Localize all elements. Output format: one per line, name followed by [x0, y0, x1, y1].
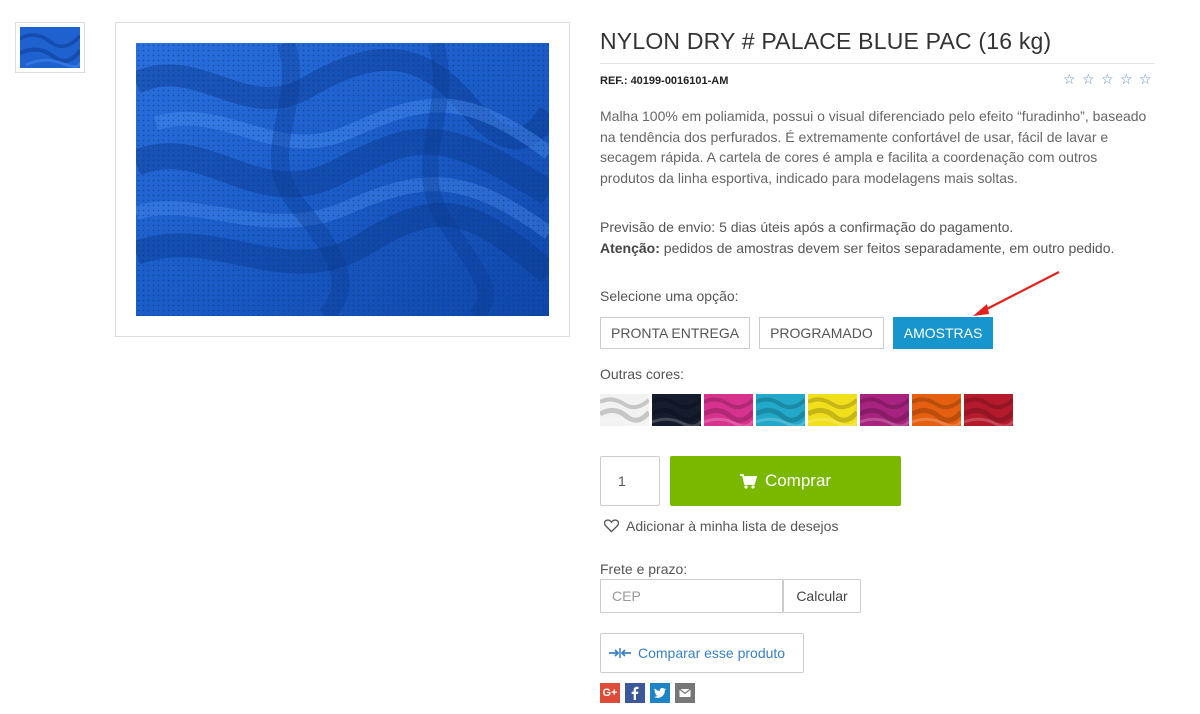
twitter-icon[interactable] — [650, 683, 670, 703]
freight-label: Frete e prazo: — [600, 561, 688, 577]
color-swatches — [600, 394, 1013, 426]
annotation-arrow-icon — [973, 271, 1060, 316]
ref-label: REF.: — [600, 75, 628, 87]
calculate-button[interactable]: Calcular — [783, 579, 861, 613]
cep-input[interactable]: CEP — [600, 579, 783, 613]
attention-text: pedidos de amostras devem ser feitos sep… — [659, 239, 1115, 256]
product-thumbnail[interactable] — [15, 22, 85, 73]
share-buttons: G+ — [600, 683, 695, 703]
email-icon[interactable] — [675, 683, 695, 703]
color-swatch-navy[interactable] — [652, 394, 701, 426]
cart-icon — [739, 473, 757, 489]
option-pronta-entrega-button[interactable]: PRONTA ENTREGA — [600, 317, 751, 349]
buy-label: Comprar — [764, 471, 832, 490]
color-swatch-orange[interactable] — [912, 394, 961, 426]
facebook-icon[interactable] — [625, 683, 645, 703]
compare-button[interactable]: Comparar esse produto — [600, 633, 804, 673]
color-swatch-red[interactable] — [964, 394, 1013, 426]
color-swatch-magenta[interactable] — [860, 394, 909, 426]
product-main-image[interactable] — [136, 43, 549, 316]
buy-button[interactable]: Comprar — [670, 456, 901, 506]
star-icon[interactable]: ☆ — [1082, 72, 1096, 86]
compare-label: Comparar esse produto — [638, 645, 786, 661]
ref-value: 40199-0016101-AM — [630, 75, 729, 87]
shipping-forecast: Previsão de envio: 5 dias úteis após a c… — [600, 219, 1014, 235]
compare-icon — [609, 648, 631, 658]
thumbnail-image — [20, 27, 80, 68]
color-swatch-yellow[interactable] — [808, 394, 857, 426]
product-main-image-frame — [115, 22, 570, 337]
product-description: Malha 100% em poliamida, possui o visual… — [600, 108, 1147, 186]
color-swatch-white[interactable] — [600, 394, 649, 426]
attention-notice: Atenção: pedidos de amostras devem ser f… — [600, 238, 1155, 259]
quantity-input[interactable]: 1 — [600, 456, 660, 506]
star-icon[interactable]: ☆ — [1139, 72, 1153, 86]
option-amostras-button[interactable]: AMOSTRAS — [892, 317, 994, 349]
option-buttons: PRONTA ENTREGA PROGRAMADO AMOSTRAS — [600, 317, 994, 349]
heart-icon — [604, 519, 619, 533]
star-icon[interactable]: ☆ — [1063, 72, 1077, 86]
title-divider — [600, 63, 1155, 64]
star-icon[interactable]: ☆ — [1101, 72, 1115, 86]
star-icon[interactable]: ☆ — [1120, 72, 1134, 86]
product-reference: REF.: 40199-0016101-AM — [600, 75, 728, 87]
other-colors-label: Outras cores: — [600, 366, 685, 382]
rating-stars: ☆ ☆ ☆ ☆ ☆ — [1063, 72, 1153, 86]
shipping-info: Previsão de envio: 5 dias úteis após a c… — [600, 217, 1155, 258]
color-swatch-pink[interactable] — [704, 394, 753, 426]
options-label: Selecione uma opção: — [600, 288, 739, 304]
wishlist-link[interactable]: Adicionar à minha lista de desejos — [604, 518, 838, 534]
color-swatch-turquoise[interactable] — [756, 394, 805, 426]
attention-label: Atenção: — [600, 239, 660, 256]
google-plus-icon[interactable]: G+ — [600, 683, 620, 703]
option-programado-button[interactable]: PROGRAMADO — [759, 317, 884, 349]
wishlist-label: Adicionar à minha lista de desejos — [626, 518, 839, 534]
product-title: NYLON DRY # PALACE BLUE PAC (16 kg) — [600, 28, 1052, 54]
